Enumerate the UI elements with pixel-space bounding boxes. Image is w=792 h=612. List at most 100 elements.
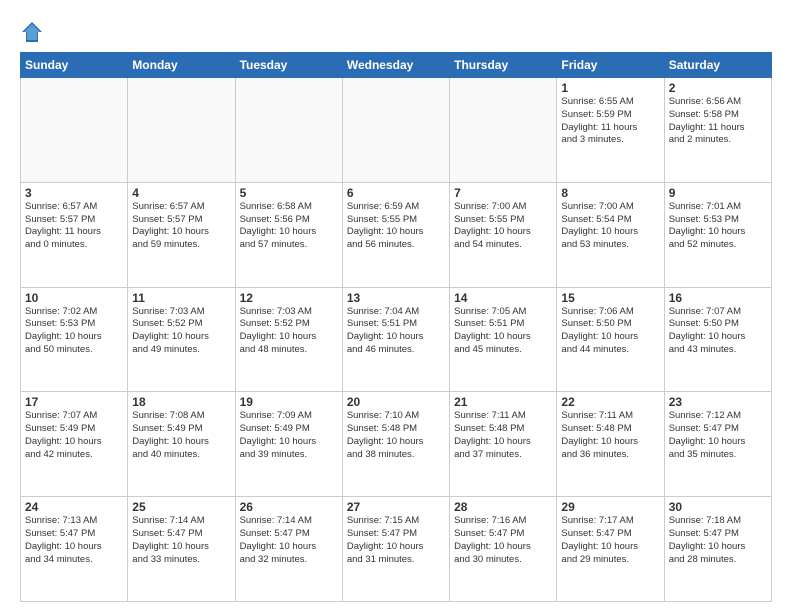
cell-info: Sunrise: 7:17 AMSunset: 5:47 PMDaylight:…: [561, 515, 659, 566]
day-header: Sunday: [21, 53, 128, 78]
calendar-cell: 25Sunrise: 7:14 AMSunset: 5:47 PMDayligh…: [128, 497, 235, 602]
cell-info: Sunrise: 7:00 AMSunset: 5:54 PMDaylight:…: [561, 201, 659, 252]
day-number: 23: [669, 395, 767, 409]
calendar-cell: 15Sunrise: 7:06 AMSunset: 5:50 PMDayligh…: [557, 287, 664, 392]
cell-info: Sunrise: 7:05 AMSunset: 5:51 PMDaylight:…: [454, 306, 552, 357]
calendar-cell: 8Sunrise: 7:00 AMSunset: 5:54 PMDaylight…: [557, 182, 664, 287]
calendar-cell: 19Sunrise: 7:09 AMSunset: 5:49 PMDayligh…: [235, 392, 342, 497]
cell-info: Sunrise: 7:13 AMSunset: 5:47 PMDaylight:…: [25, 515, 123, 566]
calendar-cell: [342, 78, 449, 183]
cell-info: Sunrise: 7:14 AMSunset: 5:47 PMDaylight:…: [240, 515, 338, 566]
calendar-cell: 6Sunrise: 6:59 AMSunset: 5:55 PMDaylight…: [342, 182, 449, 287]
calendar-cell: 12Sunrise: 7:03 AMSunset: 5:52 PMDayligh…: [235, 287, 342, 392]
day-number: 12: [240, 291, 338, 305]
calendar: SundayMondayTuesdayWednesdayThursdayFrid…: [20, 52, 772, 602]
cell-info: Sunrise: 7:00 AMSunset: 5:55 PMDaylight:…: [454, 201, 552, 252]
cell-info: Sunrise: 6:57 AMSunset: 5:57 PMDaylight:…: [132, 201, 230, 252]
cell-info: Sunrise: 7:14 AMSunset: 5:47 PMDaylight:…: [132, 515, 230, 566]
day-number: 6: [347, 186, 445, 200]
day-number: 30: [669, 500, 767, 514]
day-number: 15: [561, 291, 659, 305]
calendar-cell: 21Sunrise: 7:11 AMSunset: 5:48 PMDayligh…: [450, 392, 557, 497]
calendar-cell: 1Sunrise: 6:55 AMSunset: 5:59 PMDaylight…: [557, 78, 664, 183]
day-number: 21: [454, 395, 552, 409]
calendar-cell: [21, 78, 128, 183]
page: SundayMondayTuesdayWednesdayThursdayFrid…: [0, 0, 792, 612]
day-number: 9: [669, 186, 767, 200]
day-number: 24: [25, 500, 123, 514]
calendar-cell: 23Sunrise: 7:12 AMSunset: 5:47 PMDayligh…: [664, 392, 771, 497]
calendar-cell: 16Sunrise: 7:07 AMSunset: 5:50 PMDayligh…: [664, 287, 771, 392]
day-number: 1: [561, 81, 659, 95]
calendar-cell: 10Sunrise: 7:02 AMSunset: 5:53 PMDayligh…: [21, 287, 128, 392]
calendar-cell: 22Sunrise: 7:11 AMSunset: 5:48 PMDayligh…: [557, 392, 664, 497]
cell-info: Sunrise: 7:07 AMSunset: 5:49 PMDaylight:…: [25, 410, 123, 461]
cell-info: Sunrise: 7:01 AMSunset: 5:53 PMDaylight:…: [669, 201, 767, 252]
calendar-cell: 11Sunrise: 7:03 AMSunset: 5:52 PMDayligh…: [128, 287, 235, 392]
day-number: 25: [132, 500, 230, 514]
calendar-cell: 5Sunrise: 6:58 AMSunset: 5:56 PMDaylight…: [235, 182, 342, 287]
calendar-cell: 7Sunrise: 7:00 AMSunset: 5:55 PMDaylight…: [450, 182, 557, 287]
cell-info: Sunrise: 6:58 AMSunset: 5:56 PMDaylight:…: [240, 201, 338, 252]
day-number: 22: [561, 395, 659, 409]
day-number: 27: [347, 500, 445, 514]
calendar-cell: [235, 78, 342, 183]
cell-info: Sunrise: 7:09 AMSunset: 5:49 PMDaylight:…: [240, 410, 338, 461]
calendar-cell: 28Sunrise: 7:16 AMSunset: 5:47 PMDayligh…: [450, 497, 557, 602]
cell-info: Sunrise: 7:08 AMSunset: 5:49 PMDaylight:…: [132, 410, 230, 461]
cell-info: Sunrise: 7:06 AMSunset: 5:50 PMDaylight:…: [561, 306, 659, 357]
cell-info: Sunrise: 6:59 AMSunset: 5:55 PMDaylight:…: [347, 201, 445, 252]
logo-icon: [20, 20, 44, 44]
cell-info: Sunrise: 7:02 AMSunset: 5:53 PMDaylight:…: [25, 306, 123, 357]
day-header: Saturday: [664, 53, 771, 78]
day-number: 29: [561, 500, 659, 514]
calendar-cell: [450, 78, 557, 183]
cell-info: Sunrise: 7:07 AMSunset: 5:50 PMDaylight:…: [669, 306, 767, 357]
cell-info: Sunrise: 7:11 AMSunset: 5:48 PMDaylight:…: [454, 410, 552, 461]
day-number: 14: [454, 291, 552, 305]
cell-info: Sunrise: 7:03 AMSunset: 5:52 PMDaylight:…: [240, 306, 338, 357]
cell-info: Sunrise: 7:11 AMSunset: 5:48 PMDaylight:…: [561, 410, 659, 461]
day-header: Friday: [557, 53, 664, 78]
calendar-cell: 26Sunrise: 7:14 AMSunset: 5:47 PMDayligh…: [235, 497, 342, 602]
calendar-cell: 13Sunrise: 7:04 AMSunset: 5:51 PMDayligh…: [342, 287, 449, 392]
calendar-cell: 17Sunrise: 7:07 AMSunset: 5:49 PMDayligh…: [21, 392, 128, 497]
logo: [20, 20, 46, 44]
calendar-cell: 9Sunrise: 7:01 AMSunset: 5:53 PMDaylight…: [664, 182, 771, 287]
week-row: 1Sunrise: 6:55 AMSunset: 5:59 PMDaylight…: [21, 78, 772, 183]
day-number: 8: [561, 186, 659, 200]
day-number: 17: [25, 395, 123, 409]
week-row: 3Sunrise: 6:57 AMSunset: 5:57 PMDaylight…: [21, 182, 772, 287]
calendar-cell: 2Sunrise: 6:56 AMSunset: 5:58 PMDaylight…: [664, 78, 771, 183]
day-number: 20: [347, 395, 445, 409]
calendar-cell: 3Sunrise: 6:57 AMSunset: 5:57 PMDaylight…: [21, 182, 128, 287]
calendar-cell: 4Sunrise: 6:57 AMSunset: 5:57 PMDaylight…: [128, 182, 235, 287]
calendar-cell: 27Sunrise: 7:15 AMSunset: 5:47 PMDayligh…: [342, 497, 449, 602]
cell-info: Sunrise: 6:55 AMSunset: 5:59 PMDaylight:…: [561, 96, 659, 147]
cell-info: Sunrise: 7:16 AMSunset: 5:47 PMDaylight:…: [454, 515, 552, 566]
cell-info: Sunrise: 7:12 AMSunset: 5:47 PMDaylight:…: [669, 410, 767, 461]
day-number: 28: [454, 500, 552, 514]
day-number: 7: [454, 186, 552, 200]
cell-info: Sunrise: 7:04 AMSunset: 5:51 PMDaylight:…: [347, 306, 445, 357]
day-number: 3: [25, 186, 123, 200]
calendar-cell: 14Sunrise: 7:05 AMSunset: 5:51 PMDayligh…: [450, 287, 557, 392]
calendar-cell: 29Sunrise: 7:17 AMSunset: 5:47 PMDayligh…: [557, 497, 664, 602]
week-row: 10Sunrise: 7:02 AMSunset: 5:53 PMDayligh…: [21, 287, 772, 392]
day-header: Wednesday: [342, 53, 449, 78]
cell-info: Sunrise: 7:18 AMSunset: 5:47 PMDaylight:…: [669, 515, 767, 566]
cell-info: Sunrise: 6:57 AMSunset: 5:57 PMDaylight:…: [25, 201, 123, 252]
day-number: 13: [347, 291, 445, 305]
day-number: 19: [240, 395, 338, 409]
cell-info: Sunrise: 7:03 AMSunset: 5:52 PMDaylight:…: [132, 306, 230, 357]
day-header: Monday: [128, 53, 235, 78]
header-row: SundayMondayTuesdayWednesdayThursdayFrid…: [21, 53, 772, 78]
week-row: 24Sunrise: 7:13 AMSunset: 5:47 PMDayligh…: [21, 497, 772, 602]
calendar-cell: 24Sunrise: 7:13 AMSunset: 5:47 PMDayligh…: [21, 497, 128, 602]
calendar-cell: 20Sunrise: 7:10 AMSunset: 5:48 PMDayligh…: [342, 392, 449, 497]
day-number: 16: [669, 291, 767, 305]
day-number: 10: [25, 291, 123, 305]
week-row: 17Sunrise: 7:07 AMSunset: 5:49 PMDayligh…: [21, 392, 772, 497]
day-number: 4: [132, 186, 230, 200]
header: [20, 16, 772, 44]
